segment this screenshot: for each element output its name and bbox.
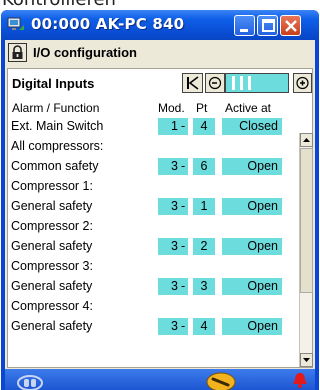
pt-value[interactable]: 3 bbox=[193, 278, 215, 295]
active-at-value[interactable]: Open bbox=[222, 198, 282, 215]
first-page-button[interactable] bbox=[182, 73, 203, 93]
panel-title: Digital Inputs bbox=[12, 76, 95, 91]
list-item: Compressor 2: bbox=[8, 217, 298, 236]
column-header-pt: Pt bbox=[196, 101, 208, 115]
column-header-function: Alarm / Function bbox=[12, 101, 100, 115]
column-header-active: Active at bbox=[225, 101, 272, 115]
wrench-icon[interactable] bbox=[205, 370, 237, 390]
section-title: I/O configuration bbox=[33, 45, 137, 60]
row-label: Ext. Main Switch bbox=[11, 119, 104, 133]
list-item: Compressor 3: bbox=[8, 257, 298, 276]
panel-header: Digital Inputs bbox=[8, 69, 312, 97]
row-group-label: Compressor 4: bbox=[11, 299, 93, 313]
lock-icon bbox=[9, 45, 26, 65]
row-label: General safety bbox=[11, 199, 93, 213]
title-bar[interactable]: 00:000 AK-PC 840 bbox=[1, 10, 319, 40]
row-label: Common safety bbox=[11, 159, 99, 173]
next-page-button[interactable] bbox=[293, 73, 312, 93]
separator: - bbox=[181, 239, 186, 253]
list-item: General safety 3 - 1 Open bbox=[8, 197, 298, 216]
page-caption: Kontrollieren bbox=[0, 0, 320, 9]
pc-network-icon bbox=[7, 16, 25, 34]
row-label: General safety bbox=[11, 239, 93, 253]
row-group-label: Compressor 1: bbox=[11, 179, 93, 193]
list-item: Common safety 3 - 6 Open bbox=[8, 157, 298, 176]
digital-inputs-panel: Digital Inputs Alarm / Function Mod. Pt … bbox=[7, 68, 313, 368]
separator: - bbox=[181, 199, 186, 213]
row-group-label: Compressor 2: bbox=[11, 219, 93, 233]
scroll-down-button[interactable] bbox=[300, 353, 313, 367]
alarm-sensor-icon[interactable] bbox=[15, 370, 45, 390]
pt-value[interactable]: 6 bbox=[193, 158, 215, 175]
column-header-mod: Mod. bbox=[158, 101, 185, 115]
maximize-button[interactable] bbox=[257, 15, 278, 36]
separator: - bbox=[181, 319, 186, 333]
pt-value[interactable]: 4 bbox=[193, 118, 215, 135]
window-title: 00:000 AK-PC 840 bbox=[31, 15, 185, 33]
row-group-label: All compressors: bbox=[11, 139, 104, 153]
active-at-value[interactable]: Closed bbox=[222, 118, 282, 135]
list-item: Ext. Main Switch 1 - 4 Closed bbox=[8, 117, 298, 136]
input-list: Ext. Main Switch 1 - 4 Closed All compre… bbox=[8, 117, 298, 367]
pt-value[interactable]: 1 bbox=[193, 198, 215, 215]
active-at-value[interactable]: Open bbox=[222, 238, 282, 255]
separator: - bbox=[181, 159, 186, 173]
previous-page-button[interactable] bbox=[205, 73, 225, 93]
minimize-button[interactable] bbox=[234, 15, 255, 36]
client-area: I/O configuration Digital Inputs Alarm /… bbox=[5, 40, 315, 390]
separator: - bbox=[181, 119, 186, 133]
app-window: 00:000 AK-PC 840 I/O configuration Digit… bbox=[1, 10, 319, 390]
separator: - bbox=[181, 279, 186, 293]
row-group-label: Compressor 3: bbox=[11, 259, 93, 273]
slider-thumb[interactable] bbox=[248, 76, 251, 90]
list-item: General safety 3 - 4 Open bbox=[8, 317, 298, 336]
pt-value[interactable]: 2 bbox=[193, 238, 215, 255]
slider-thumb[interactable] bbox=[232, 76, 235, 90]
lock-button[interactable] bbox=[8, 43, 27, 62]
scroll-up-button[interactable] bbox=[300, 133, 313, 147]
row-label: General safety bbox=[11, 319, 93, 333]
vertical-scrollbar[interactable] bbox=[299, 133, 313, 367]
alarm-bell-icon[interactable] bbox=[291, 370, 309, 390]
active-at-value[interactable]: Open bbox=[222, 318, 282, 335]
list-item: All compressors: bbox=[8, 137, 298, 156]
config-header: I/O configuration bbox=[5, 40, 315, 66]
list-item: General safety 3 - 2 Open bbox=[8, 237, 298, 256]
slider-thumb[interactable] bbox=[240, 76, 243, 90]
active-at-value[interactable]: Open bbox=[222, 278, 282, 295]
list-item: General safety 3 - 3 Open bbox=[8, 277, 298, 296]
close-button[interactable] bbox=[280, 15, 301, 36]
list-item: Compressor 4: bbox=[8, 297, 298, 316]
page-slider[interactable] bbox=[225, 73, 289, 93]
scroll-thumb[interactable] bbox=[300, 148, 313, 293]
list-item: Compressor 1: bbox=[8, 177, 298, 196]
status-bar bbox=[5, 369, 315, 390]
pt-value[interactable]: 4 bbox=[193, 318, 215, 335]
active-at-value[interactable]: Open bbox=[222, 158, 282, 175]
row-label: General safety bbox=[11, 279, 93, 293]
